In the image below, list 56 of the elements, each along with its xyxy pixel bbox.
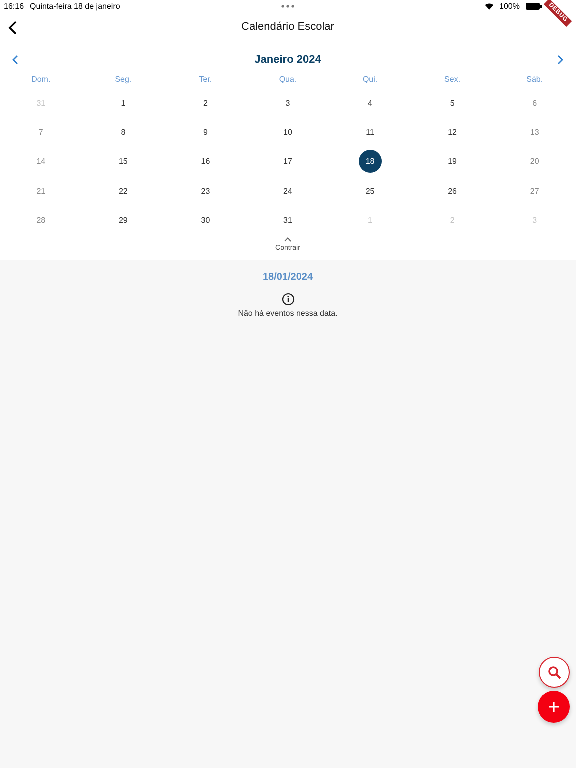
day-cell[interactable]: 24: [276, 180, 300, 203]
day-cell[interactable]: 17: [276, 150, 300, 174]
day-cell[interactable]: 3: [276, 92, 300, 116]
search-icon: [548, 666, 562, 680]
wifi-icon: [484, 2, 494, 10]
day-cell[interactable]: 10: [276, 121, 300, 144]
battery-percent: 100%: [500, 2, 520, 10]
day-cell[interactable]: 22: [112, 180, 135, 203]
day-cell[interactable]: 29: [112, 208, 135, 232]
day-cell[interactable]: 21: [30, 180, 53, 203]
add-button[interactable]: [538, 691, 570, 723]
previous-month-button[interactable]: [12, 55, 19, 65]
weekday-label: Ter.: [199, 74, 212, 86]
day-cell[interactable]: 6: [523, 92, 546, 116]
weekday-label: Dom.: [32, 74, 51, 86]
day-cell[interactable]: 23: [194, 180, 218, 203]
empty-message: Não há eventos nessa data.: [238, 308, 338, 318]
day-cell[interactable]: 9: [194, 121, 218, 144]
selected-date: 18/01/2024: [262, 272, 314, 283]
info-icon: [282, 292, 294, 306]
day-cell[interactable]: 31: [276, 208, 300, 232]
weekday-label: Sex.: [444, 74, 461, 86]
day-cell[interactable]: 8: [112, 121, 135, 144]
battery-icon: [526, 2, 542, 10]
page-title: Calendário Escolar: [242, 21, 334, 33]
day-cell[interactable]: 15: [112, 150, 135, 174]
weekday-label: Seg.: [115, 74, 132, 86]
day-cell[interactable]: 5: [441, 92, 464, 116]
day-cell[interactable]: 13: [523, 121, 546, 144]
status-date: Quinta-feira 18 de janeiro: [30, 2, 120, 10]
day-cell[interactable]: 26: [441, 180, 464, 203]
day-cell[interactable]: 16: [194, 150, 218, 174]
next-month-button[interactable]: [557, 55, 564, 65]
weekday-label: Qua.: [279, 74, 297, 86]
plus-icon: [548, 701, 560, 713]
search-button[interactable]: [539, 657, 570, 688]
weekday-label: Sáb.: [526, 74, 544, 86]
day-cell[interactable]: 11: [358, 121, 382, 144]
multitask-icon[interactable]: [281, 5, 295, 8]
day-cell[interactable]: 1: [112, 92, 135, 116]
day-cell[interactable]: 2: [194, 92, 218, 116]
weekday-label: Qui.: [362, 74, 378, 86]
month-title: Janeiro 2024: [254, 54, 322, 66]
day-cell[interactable]: 7: [30, 121, 53, 144]
day-cell[interactable]: 19: [441, 150, 464, 174]
day-cell[interactable]: 27: [523, 180, 546, 203]
day-cell[interactable]: 18: [358, 150, 382, 174]
day-cell[interactable]: 14: [30, 150, 53, 174]
chevron-up-icon: [284, 236, 292, 242]
day-cell[interactable]: 30: [194, 208, 218, 232]
day-cell[interactable]: 25: [358, 180, 382, 203]
day-cell[interactable]: 20: [523, 150, 546, 174]
day-cell[interactable]: 4: [358, 92, 382, 116]
day-cell[interactable]: 12: [441, 121, 464, 144]
day-cell[interactable]: 28: [30, 208, 53, 232]
status-time: 16:16: [4, 2, 24, 10]
